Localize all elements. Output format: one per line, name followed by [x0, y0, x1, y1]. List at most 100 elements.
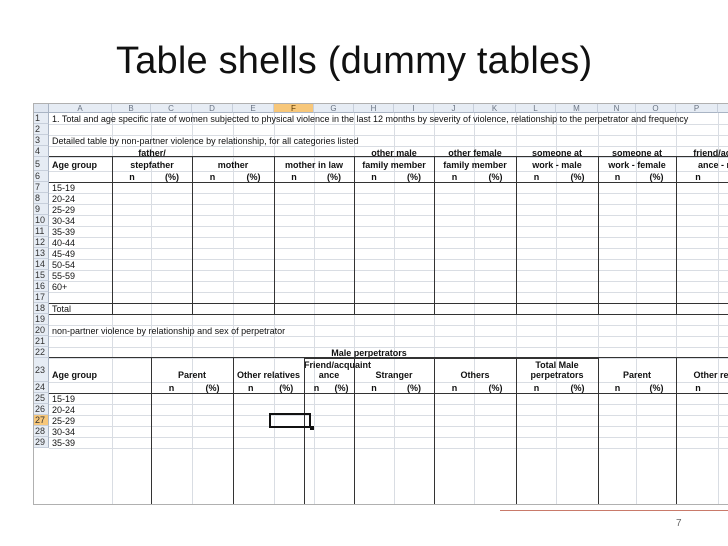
t1-header-line2: work - female [608, 160, 666, 170]
row-header-6[interactable]: 6 [34, 171, 49, 182]
t2-n-label: n [371, 383, 377, 393]
table-border [304, 358, 305, 504]
row-header-14[interactable]: 14 [34, 259, 49, 270]
row-header-24[interactable]: 24 [34, 382, 49, 393]
table-border [233, 358, 234, 504]
t2-age-row: 15-19 [52, 394, 76, 404]
column-header-c[interactable]: C [151, 104, 192, 113]
t2-n-label: n [451, 383, 458, 393]
row-header-4[interactable]: 4 [34, 146, 49, 157]
t1-header-line2: family member [362, 160, 426, 170]
row-header-9[interactable]: 9 [34, 204, 49, 215]
t1-n-label: n [695, 172, 701, 182]
t1-pct-label: (%) [327, 172, 341, 182]
footer-rule [500, 510, 728, 511]
table-border [49, 303, 728, 304]
t1-total-label: Total [52, 304, 72, 314]
row-header-16[interactable]: 16 [34, 281, 49, 292]
table-border [49, 314, 728, 315]
grid-row-line [49, 281, 728, 282]
active-cell-selection[interactable] [269, 413, 311, 428]
column-header-o[interactable]: O [636, 104, 676, 113]
t2-n-label: n [614, 383, 621, 393]
grid-row-line [49, 336, 728, 337]
row-header-11[interactable]: 11 [34, 226, 49, 237]
table-border [274, 156, 275, 314]
row-header-18[interactable]: 18 [34, 303, 49, 314]
row-header-23[interactable]: 23 [34, 358, 49, 382]
table-border [354, 156, 355, 314]
table-border [49, 182, 728, 183]
row-header-2[interactable]: 2 [34, 124, 49, 135]
column-header-f[interactable]: F [274, 104, 314, 113]
t1-age-row: 15-19 [52, 183, 76, 193]
grid-row-line [49, 204, 728, 205]
column-header-d[interactable]: D [192, 104, 233, 113]
select-all-corner[interactable] [34, 104, 49, 113]
column-header-i[interactable]: I [394, 104, 434, 113]
grid-row-line [49, 270, 728, 271]
row-header-27[interactable]: 27 [34, 415, 49, 426]
t1-n-label: n [533, 172, 540, 182]
row-header-1[interactable]: 1 [34, 113, 49, 124]
t1-n-label: n [291, 172, 297, 182]
column-header-l[interactable]: L [516, 104, 556, 113]
table-border [676, 156, 677, 314]
table-border [434, 156, 435, 314]
row-header-20[interactable]: 20 [34, 325, 49, 336]
table-border [676, 358, 677, 504]
slide-title: Table shells (dummy tables) [116, 40, 593, 82]
row-header-12[interactable]: 12 [34, 237, 49, 248]
t1-n-label: n [614, 172, 621, 182]
row-header-15[interactable]: 15 [34, 270, 49, 281]
t1-header-line2: work - male [532, 160, 582, 170]
row-header-3[interactable]: 3 [34, 135, 49, 146]
column-header-m[interactable]: M [556, 104, 598, 113]
row20-text: non-partner violence by relationship and… [52, 326, 286, 336]
column-header-n[interactable]: N [598, 104, 636, 113]
fill-handle[interactable] [310, 426, 314, 430]
row-header-21[interactable]: 21 [34, 336, 49, 347]
table-border [192, 156, 193, 314]
grid-row-line [49, 237, 728, 238]
row-header-5[interactable]: 5 [34, 157, 49, 171]
row-header-7[interactable]: 7 [34, 182, 49, 193]
column-header-p[interactable]: P [676, 104, 718, 113]
column-header-k[interactable]: K [474, 104, 516, 113]
t2-header: Others [460, 370, 490, 380]
t2-pct-label: (%) [649, 383, 664, 393]
t2-n-label: n [168, 383, 175, 393]
t1-header: mother in law [284, 160, 343, 170]
row-header-22[interactable]: 22 [34, 347, 49, 358]
table-border [112, 156, 113, 314]
column-header-a[interactable]: A [49, 104, 112, 113]
row-header-19[interactable]: 19 [34, 314, 49, 325]
t1-age-row: 55-59 [52, 271, 76, 281]
row-header-29[interactable]: 29 [34, 437, 49, 448]
table-border [516, 358, 517, 504]
grid-row-line [49, 146, 728, 147]
t1-age-row: 50-54 [52, 260, 76, 270]
row-header-28[interactable]: 28 [34, 426, 49, 437]
grid-row-line [49, 226, 728, 227]
row-header-8[interactable]: 8 [34, 193, 49, 204]
t2-header: Parent [177, 370, 206, 380]
row-header-25[interactable]: 25 [34, 393, 49, 404]
row-header-17[interactable]: 17 [34, 292, 49, 303]
t1-age-row: 30-34 [52, 216, 76, 226]
t1-pct-label: (%) [246, 172, 261, 182]
t1-header: mother [217, 160, 249, 170]
t1-pct-label: (%) [570, 172, 585, 182]
t1-header-line2: ance - mal [697, 160, 728, 170]
row-header-13[interactable]: 13 [34, 248, 49, 259]
column-header-e[interactable]: E [233, 104, 274, 113]
row-header-10[interactable]: 10 [34, 215, 49, 226]
t2-header-line2: perpetrators [530, 370, 584, 380]
row-header-26[interactable]: 26 [34, 404, 49, 415]
column-header-q[interactable]: Q [718, 104, 728, 113]
column-header-h[interactable]: H [354, 104, 394, 113]
column-header-g[interactable]: G [314, 104, 354, 113]
column-header-j[interactable]: J [434, 104, 474, 113]
t2-header-line1: Total Male [535, 360, 579, 370]
column-header-b[interactable]: B [112, 104, 151, 113]
